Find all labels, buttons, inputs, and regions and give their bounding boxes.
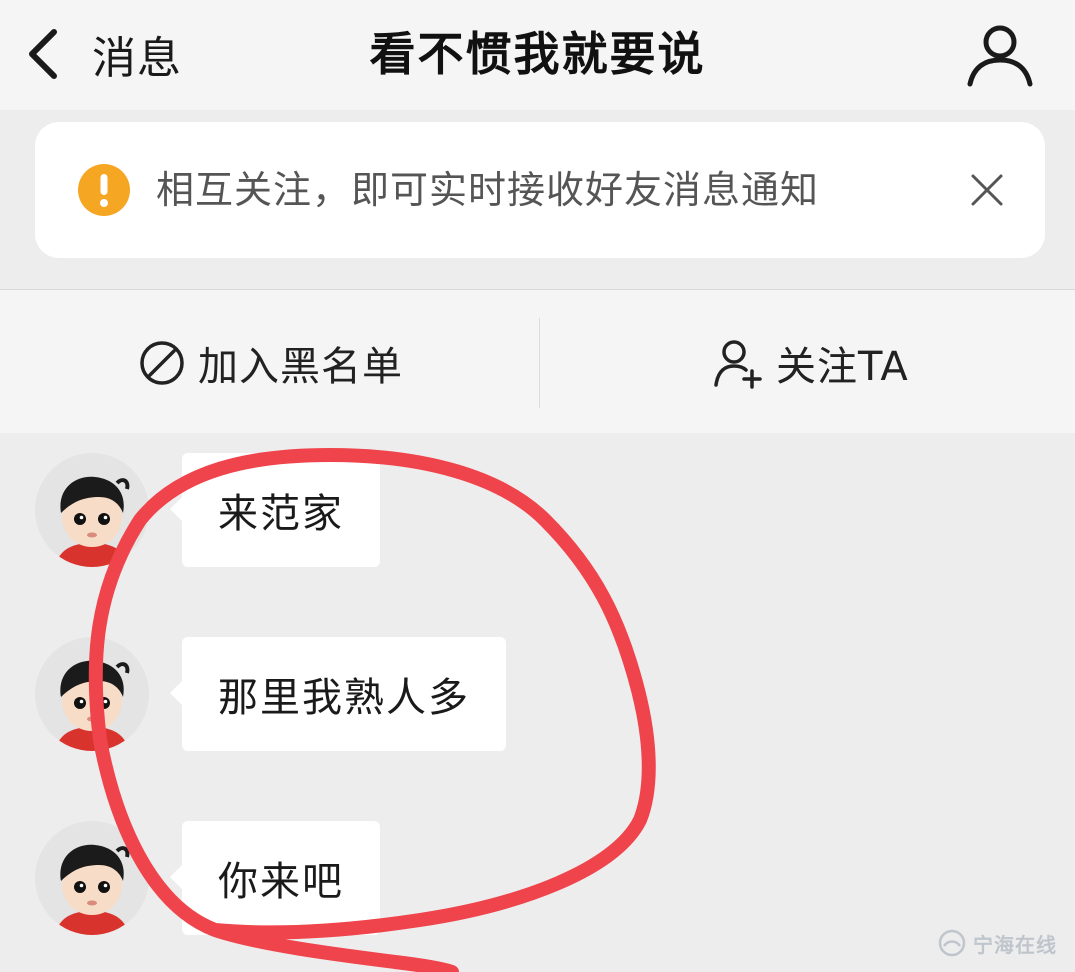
profile-button[interactable] [965, 20, 1035, 90]
add-to-blacklist-button[interactable]: 加入黑名单 [138, 328, 403, 398]
exclamation-icon [78, 164, 130, 216]
follow-button[interactable]: 关注TA [712, 328, 909, 398]
user-icon [967, 25, 1033, 87]
message-bubble[interactable]: 你来吧 [170, 821, 380, 935]
close-icon[interactable] [969, 172, 1005, 208]
avatar[interactable] [35, 637, 149, 751]
follow-notice-banner: 相互关注，即可实时接收好友消息通知 [35, 122, 1045, 258]
page-title: 看不惯我就要说 [369, 27, 706, 81]
cartoon-boy-avatar-icon [35, 821, 149, 935]
action-bar: 加入黑名单 关注TA [0, 290, 1075, 433]
message-text: 来范家 [218, 491, 344, 537]
top-nav-bar: 消息 看不惯我就要说 [0, 0, 1075, 110]
add-user-icon [714, 340, 762, 389]
chat-message-list[interactable]: 来范家 那里我熟人多 你来吧 [0, 433, 1075, 972]
action-divider [539, 318, 540, 408]
block-icon [140, 341, 184, 385]
message-text: 那里我熟人多 [218, 675, 470, 721]
notice-text: 相互关注，即可实时接收好友消息通知 [156, 168, 820, 212]
watermark-logo-icon [938, 929, 966, 957]
blacklist-label: 加入黑名单 [198, 344, 403, 390]
cartoon-boy-avatar-icon [35, 453, 149, 567]
watermark-text: 宁海在线 [973, 932, 1057, 957]
message-bubble[interactable]: 来范家 [170, 453, 380, 567]
follow-label: 关注TA [776, 344, 909, 390]
avatar[interactable] [35, 453, 149, 567]
avatar[interactable] [35, 821, 149, 935]
watermark: 宁海在线 [937, 928, 1057, 958]
message-bubble[interactable]: 那里我熟人多 [170, 637, 506, 751]
cartoon-boy-avatar-icon [35, 637, 149, 751]
message-text: 你来吧 [218, 859, 344, 905]
